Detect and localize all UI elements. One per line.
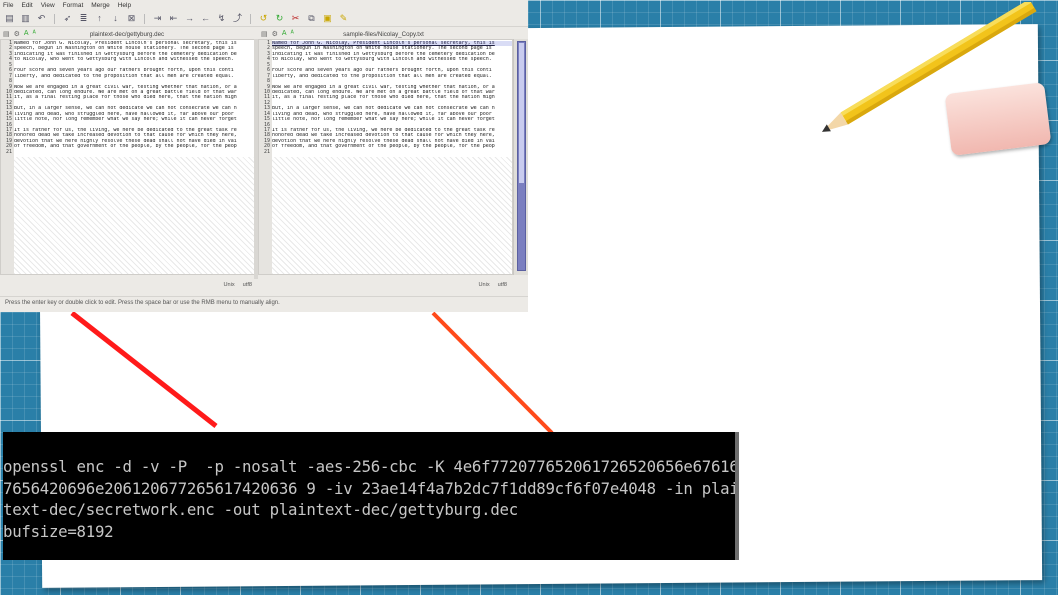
right-pane-status: Unix utf8 xyxy=(258,282,513,291)
empty-area xyxy=(272,157,512,274)
left-text-lines: 1 Named for John G. Nicolay, President Li… xyxy=(1,40,257,155)
empty-area xyxy=(14,157,257,274)
new-compare-icon[interactable]: ▤ xyxy=(4,13,15,24)
encoding[interactable]: utf8 xyxy=(243,282,252,291)
left-pane-status: Unix utf8 xyxy=(0,282,258,291)
diff-location-map[interactable] xyxy=(513,39,528,275)
settings-icon[interactable]: ⚙ xyxy=(14,30,20,38)
settings-icon[interactable]: ⚙ xyxy=(272,30,278,38)
right-pane: ▤ ⚙ A ᴬ sample-files/Nicolay_Copy.txt 1N… xyxy=(258,29,513,291)
menu-item-edit[interactable]: Edit xyxy=(21,2,32,9)
brush-icon[interactable]: ✎ xyxy=(338,13,349,24)
text-filter-icon[interactable]: ᴬ xyxy=(291,30,294,38)
merge-down-icon[interactable]: ↯ xyxy=(216,13,227,24)
line-number: 21 xyxy=(263,148,270,155)
location-viewport xyxy=(519,43,524,183)
menu-item-merge[interactable]: Merge xyxy=(91,2,109,9)
copy-icon[interactable]: ⧉ xyxy=(306,13,317,24)
text-icon[interactable]: A xyxy=(282,30,287,38)
left-editor[interactable]: 1 Named for John G. Nicolay, President Li… xyxy=(0,39,258,275)
line-ending[interactable]: Unix xyxy=(478,282,489,291)
text-filter-icon[interactable]: ᴬ xyxy=(33,30,36,38)
left-filename: plaintext-dec/gettyburg.dec xyxy=(89,30,165,38)
line-ending[interactable]: Unix xyxy=(223,282,234,291)
menu-bar: File Edit View Format Merge Help xyxy=(0,0,528,11)
undo-arrow-icon[interactable]: ↺ xyxy=(258,13,269,24)
encoding[interactable]: utf8 xyxy=(498,282,507,291)
menu-item-view[interactable]: View xyxy=(41,2,55,9)
send-icon[interactable]: ➶ xyxy=(62,13,73,24)
clear-icon[interactable]: ⊠ xyxy=(126,13,137,24)
toolbar-separator xyxy=(144,13,145,24)
status-bar: Press the enter key or double click to e… xyxy=(0,296,528,308)
menu-item-file[interactable]: File xyxy=(3,2,13,9)
cut-icon[interactable]: ✂ xyxy=(290,13,301,24)
toolbar-separator xyxy=(250,13,251,24)
terminal-window: openssl enc -d -v -P -p -nosalt -aes-256… xyxy=(3,432,739,560)
paste-icon[interactable]: ▣ xyxy=(322,13,333,24)
save-file-icon[interactable]: ▤ xyxy=(3,30,10,38)
up-icon[interactable]: ↑ xyxy=(94,13,105,24)
menu-item-help[interactable]: Help xyxy=(118,2,131,9)
diff-panes: ▤ ⚙ A ᴬ plaintext-dec/gettyburg.dec 1 Nam… xyxy=(0,29,528,291)
arrow-right-to-terminal xyxy=(431,311,554,435)
text-line[interactable]: 21 xyxy=(259,148,512,155)
toolbar: ▤ ▥ ↶ ➶ ≣ ↑ ↓ ⊠ ⇥ ⇤ → ← ↯ ⤴ ↺ ↻ ✂ ⧉ ▣ ✎ xyxy=(0,11,528,27)
push-right-icon[interactable]: ⇥ xyxy=(152,13,163,24)
text-line[interactable]: 21 xyxy=(1,148,257,155)
right-editor[interactable]: 1 Named for John G. Nicolay, President Li… xyxy=(258,39,513,275)
push-left-icon[interactable]: ⇤ xyxy=(168,13,179,24)
undo-icon[interactable]: ↶ xyxy=(36,13,47,24)
merge-up-icon[interactable]: ⤴ xyxy=(232,13,243,24)
line-text xyxy=(272,150,512,155)
line-number: 21 xyxy=(5,148,12,155)
redo-arrow-icon[interactable]: ↻ xyxy=(274,13,285,24)
prev-icon[interactable]: ← xyxy=(200,13,211,24)
text-icon[interactable]: A xyxy=(24,30,29,38)
terminal-line: text-dec/secretwork.enc -out plaintext-d… xyxy=(3,500,518,519)
line-text xyxy=(14,150,257,155)
terminal-line: openssl enc -d -v -P -p -nosalt -aes-256… xyxy=(3,457,739,476)
menu-item-format[interactable]: Format xyxy=(63,2,84,9)
save-file-icon[interactable]: ▤ xyxy=(261,30,268,38)
terminal-output: openssl enc -d -v -P -p -nosalt -aes-256… xyxy=(3,456,739,542)
toolbar-separator xyxy=(54,13,55,24)
down-icon[interactable]: ↓ xyxy=(110,13,121,24)
next-icon[interactable]: → xyxy=(184,13,195,24)
meld-window: File Edit View Format Merge Help ▤ ▥ ↶ ➶ ≣ ↑ … xyxy=(0,0,528,312)
stack-icon[interactable]: ≣ xyxy=(78,13,89,24)
arrow-left-to-terminal xyxy=(70,311,218,428)
right-pane-header: ▤ ⚙ A ᴬ sample-files/Nicolay_Copy.txt xyxy=(258,29,513,39)
right-filename: sample-files/Nicolay_Copy.txt xyxy=(343,30,424,38)
terminal-line: bufsize=8192 xyxy=(3,521,114,541)
left-pane-header: ▤ ⚙ A ᴬ plaintext-dec/gettyburg.dec xyxy=(0,29,258,39)
right-text-lines: 1 Named for John G. Nicolay, President Li… xyxy=(259,40,512,155)
status-message: Press the enter key or double click to e… xyxy=(5,299,280,306)
save-icon[interactable]: ▥ xyxy=(20,13,31,24)
terminal-line: 7656420696e206120677265617420636 9 -iv 2… xyxy=(3,478,739,498)
left-pane: ▤ ⚙ A ᴬ plaintext-dec/gettyburg.dec 1 Nam… xyxy=(0,29,258,291)
